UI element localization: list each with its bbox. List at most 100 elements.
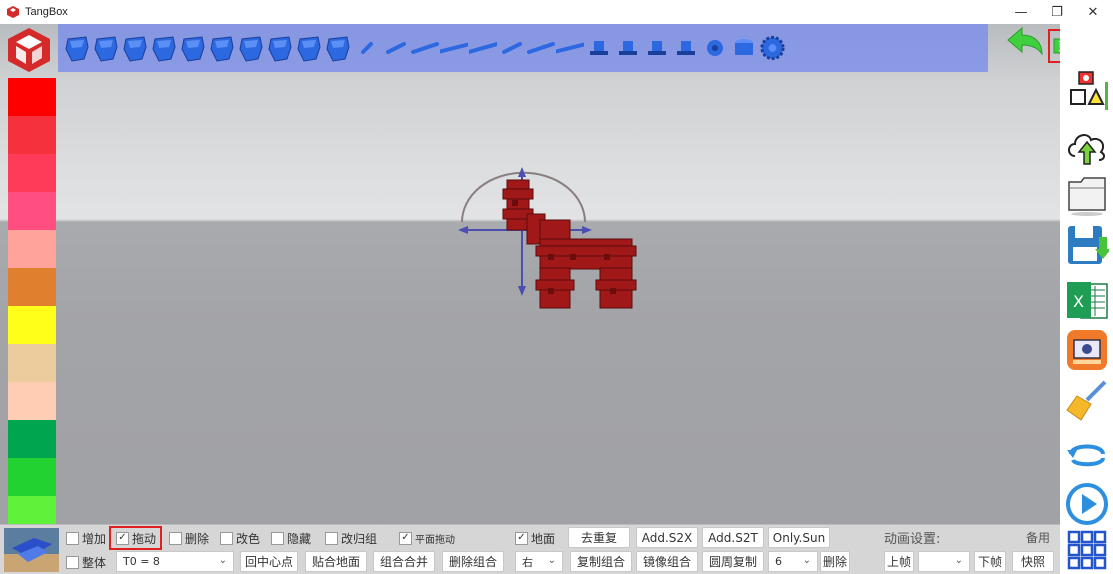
- only-sun-button[interactable]: Only.Sun: [768, 527, 830, 548]
- add-s2x-button[interactable]: Add.S2X: [636, 527, 698, 548]
- color-swatch[interactable]: [8, 78, 56, 116]
- color-swatch[interactable]: [8, 192, 56, 230]
- dedupe-button[interactable]: 去重复: [568, 527, 630, 548]
- rod-diagonal-icon[interactable]: [468, 28, 497, 68]
- brick-i-icon[interactable]: [294, 28, 323, 68]
- chevron-down-icon: ⌄: [954, 555, 963, 566]
- gear-icon[interactable]: [758, 28, 787, 68]
- color-swatch[interactable]: [8, 116, 56, 154]
- ground-check: ✓: [515, 531, 528, 545]
- tangbox-logo: [8, 28, 50, 72]
- wheel-icon[interactable]: [700, 28, 729, 68]
- rotate-view-icon[interactable]: [1064, 432, 1110, 476]
- ground-checkbox[interactable]: ✓ 地面: [515, 529, 555, 547]
- color-swatch[interactable]: [8, 154, 56, 192]
- color-palette: [8, 78, 56, 534]
- regroup-checkbox[interactable]: 改归组: [325, 529, 377, 547]
- bush-icon[interactable]: [671, 28, 700, 68]
- color-swatch[interactable]: [8, 420, 56, 458]
- save-icon[interactable]: [1064, 224, 1110, 268]
- color-swatch[interactable]: [8, 268, 56, 306]
- back-center-button[interactable]: 回中心点: [240, 551, 298, 572]
- mirror-group-button[interactable]: 镜像组合: [636, 551, 698, 572]
- play-icon[interactable]: [1064, 482, 1110, 526]
- add-label: 增加: [82, 531, 107, 546]
- regroup-label: 改归组: [341, 531, 378, 546]
- side-select[interactable]: 右 ⌄: [515, 551, 563, 572]
- color-swatch[interactable]: [8, 344, 56, 382]
- brick-j-icon[interactable]: [323, 28, 352, 68]
- brick-a-icon[interactable]: [62, 28, 91, 68]
- hide-check: [271, 531, 284, 545]
- t0-select[interactable]: T0 = 8 ⌄: [116, 551, 234, 572]
- side-value: 右: [522, 555, 533, 569]
- grid-layout-icon[interactable]: [1064, 528, 1110, 572]
- axle-short-icon[interactable]: [497, 28, 526, 68]
- shapes-icon[interactable]: [1064, 70, 1110, 114]
- title-bar: TangBox — ❐ ✕: [0, 0, 1113, 24]
- color-swatch[interactable]: [8, 230, 56, 268]
- recolor-check: [220, 531, 233, 545]
- delete-group-button[interactable]: 删除组合: [442, 551, 504, 572]
- brick-g-icon[interactable]: [236, 28, 265, 68]
- restore-button[interactable]: ❐: [1040, 0, 1074, 24]
- minimize-button[interactable]: —: [1004, 0, 1038, 24]
- app-logo-icon: [7, 6, 19, 18]
- prev-frame-button[interactable]: 上帧: [884, 551, 914, 572]
- dot-small-icon[interactable]: [352, 28, 381, 68]
- 3d-viewport[interactable]: [0, 24, 1060, 550]
- regroup-check: [325, 531, 338, 545]
- rod-short-icon[interactable]: [381, 28, 410, 68]
- connector-icon[interactable]: [584, 28, 613, 68]
- hub-icon[interactable]: [729, 28, 758, 68]
- whole-check: [66, 555, 79, 569]
- delete-checkbox[interactable]: 删除: [169, 529, 209, 547]
- whole-checkbox[interactable]: 整体: [66, 553, 106, 571]
- plane-drag-label: 平面拖动: [415, 534, 455, 546]
- recolor-checkbox[interactable]: 改色: [220, 529, 260, 547]
- circle-copy-button[interactable]: 圆周复制: [702, 551, 764, 572]
- plane-drag-checkbox[interactable]: ✓ 平面拖动: [399, 529, 455, 547]
- next-frame-button[interactable]: 下帧: [974, 551, 1006, 572]
- recolor-label: 改色: [236, 531, 261, 546]
- folder-icon[interactable]: [1064, 172, 1110, 216]
- count-value: 6: [775, 555, 782, 568]
- rod-medium-icon[interactable]: [410, 28, 439, 68]
- stick-ground-button[interactable]: 贴合地面: [305, 551, 367, 572]
- copy-group-button[interactable]: 复制组合: [570, 551, 632, 572]
- color-swatch[interactable]: [8, 306, 56, 344]
- merge-group-button[interactable]: 组合合并: [373, 551, 435, 572]
- undo-arrow-icon[interactable]: [1004, 24, 1046, 64]
- brick-c-icon[interactable]: [120, 28, 149, 68]
- axle-long-icon[interactable]: [555, 28, 584, 68]
- frame-select[interactable]: ⌄: [918, 551, 970, 572]
- chevron-down-icon: ⌄: [802, 555, 811, 566]
- count-select[interactable]: 6 ⌄: [768, 551, 818, 572]
- brick-d-icon[interactable]: [149, 28, 178, 68]
- excel-icon[interactable]: X: [1064, 278, 1110, 322]
- brick-h-icon[interactable]: [265, 28, 294, 68]
- color-swatch[interactable]: [8, 382, 56, 420]
- brick-e-icon[interactable]: [178, 28, 207, 68]
- add-s2t-button[interactable]: Add.S2T: [702, 527, 764, 548]
- color-swatch[interactable]: [8, 458, 56, 496]
- scene: [458, 167, 637, 309]
- model-thumbnail[interactable]: [4, 528, 59, 572]
- clear-broom-icon[interactable]: [1064, 378, 1110, 422]
- snapshot-button[interactable]: 快照: [1012, 551, 1054, 572]
- axle-medium-icon[interactable]: [526, 28, 555, 68]
- pin-icon[interactable]: [613, 28, 642, 68]
- delete-button[interactable]: 删除: [820, 551, 850, 572]
- t-joint-icon[interactable]: [642, 28, 671, 68]
- animation-settings-label: 动画设置:: [884, 532, 941, 547]
- close-button[interactable]: ✕: [1076, 0, 1110, 24]
- brick-f-icon[interactable]: [207, 28, 236, 68]
- brick-b-icon[interactable]: [91, 28, 120, 68]
- chevron-down-icon: ⌄: [218, 555, 227, 566]
- right-sidebar: X: [1060, 24, 1113, 574]
- screenshot-icon[interactable]: [1064, 328, 1110, 372]
- rod-long-icon[interactable]: [439, 28, 468, 68]
- add-checkbox[interactable]: 增加: [66, 529, 106, 547]
- cloud-upload-icon[interactable]: [1064, 124, 1110, 168]
- hide-checkbox[interactable]: 隐藏: [271, 529, 311, 547]
